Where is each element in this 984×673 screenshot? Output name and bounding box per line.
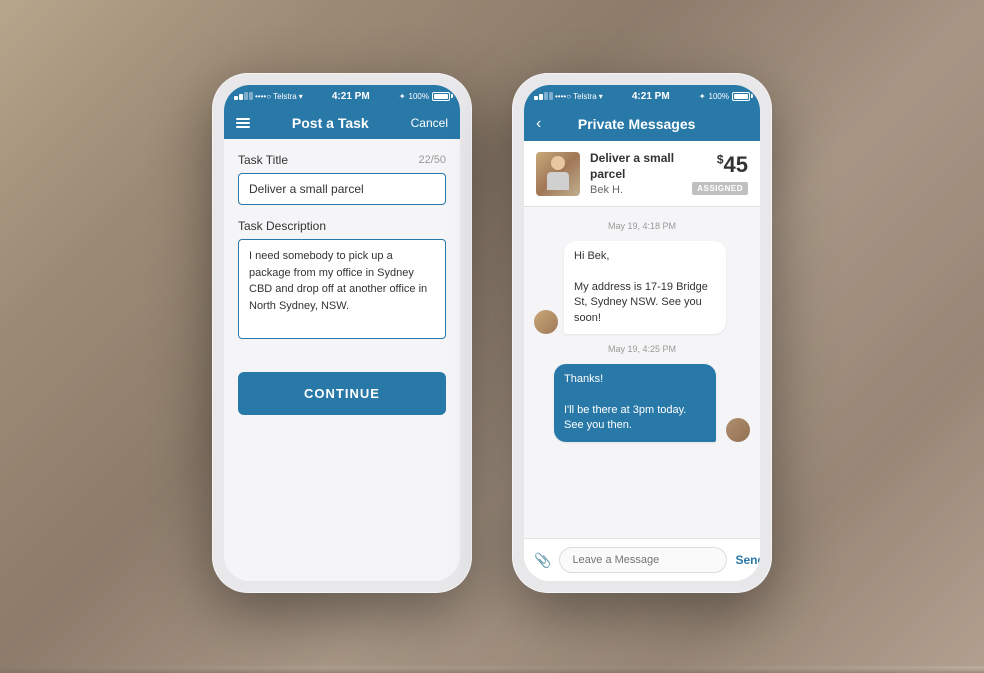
task-title-input[interactable]: Deliver a small parcel	[238, 173, 446, 205]
msg-row-sent: Thanks!I'll be there at 3pm today. See y…	[534, 364, 750, 442]
task-description-label: Task Description	[238, 219, 326, 233]
signal-dot-1	[234, 96, 238, 100]
price-amount: 45	[724, 152, 748, 177]
phone-2-carrier: ••••○ Telstra ▾	[534, 92, 603, 101]
paperclip-icon[interactable]: 📎	[534, 552, 551, 569]
phone-1-status-right: ✦ 100%	[399, 92, 450, 101]
phone-1: ••••○ Telstra ▾ 4:21 PM ✦ 100%	[212, 73, 472, 593]
signal-dot-2-4	[549, 92, 553, 100]
continue-button[interactable]: CONTINUE	[238, 372, 446, 415]
carrier-name-2: ••••○ Telstra	[555, 92, 597, 101]
phone-2-screen: ••••○ Telstra ▾ 4:21 PM ✦ 100% ‹ Private…	[524, 85, 760, 581]
back-button[interactable]: ‹	[536, 115, 541, 133]
carrier-name: ••••○ Telstra	[255, 92, 297, 101]
phone-1-screen: ••••○ Telstra ▾ 4:21 PM ✦ 100%	[224, 85, 460, 581]
task-desc-label-row: Task Description	[238, 219, 446, 233]
phone-1-navbar: Post a Task Cancel	[224, 107, 460, 139]
phone-2-navbar: ‹ Private Messages	[524, 107, 760, 141]
task-price: $45	[692, 152, 748, 178]
msg-bubble-sent: Thanks!I'll be there at 3pm today. See y…	[554, 364, 716, 442]
battery-icon	[432, 92, 450, 101]
avatar-head	[551, 156, 565, 170]
avatar-body	[547, 172, 569, 190]
signal-dot-2-1	[534, 96, 538, 100]
wifi-icon: ▾	[299, 92, 303, 101]
phone-1-status-bar: ••••○ Telstra ▾ 4:21 PM ✦ 100%	[224, 85, 460, 107]
phone-2: ••••○ Telstra ▾ 4:21 PM ✦ 100% ‹ Private…	[512, 73, 772, 593]
msg-avatar-sent	[726, 418, 750, 442]
task-price-area: $45 ASSIGNED	[692, 152, 748, 195]
task-card-person: Bek H.	[590, 184, 682, 196]
msg-date-1: May 19, 4:18 PM	[534, 221, 750, 231]
hamburger-line-3	[236, 126, 250, 128]
phone-1-carrier: ••••○ Telstra ▾	[234, 92, 303, 101]
phone-2-nav-title: Private Messages	[578, 116, 696, 132]
assigned-badge: ASSIGNED	[692, 182, 748, 195]
bluetooth-icon: ✦	[399, 92, 406, 101]
signal-dots	[234, 92, 253, 100]
signal-dot-2-3	[544, 92, 548, 100]
wifi-icon-2: ▾	[599, 92, 603, 101]
phone-1-battery-pct: 100%	[409, 92, 429, 101]
hamburger-line-2	[236, 122, 250, 124]
task-title-label: Task Title	[238, 153, 288, 167]
phone-1-time: 4:21 PM	[332, 91, 370, 102]
phone-2-battery-pct: 100%	[709, 92, 729, 101]
task-card[interactable]: Deliver a small parcel Bek H. $45 ASSIGN…	[524, 141, 760, 207]
phone-1-nav-title: Post a Task	[292, 115, 369, 131]
signal-dot-2-2	[539, 94, 543, 100]
task-card-name: Deliver a small parcel	[590, 151, 682, 182]
signal-dot-4	[249, 92, 253, 100]
msg-row-received: Hi Bek,My address is 17-19 Bridge St, Sy…	[534, 241, 750, 334]
price-symbol: $	[717, 153, 724, 167]
message-input-bar: 📎 Send	[524, 538, 760, 581]
task-info: Deliver a small parcel Bek H.	[590, 151, 682, 196]
hamburger-icon[interactable]	[236, 118, 250, 128]
phones-container: ••••○ Telstra ▾ 4:21 PM ✦ 100%	[0, 0, 984, 666]
cancel-button[interactable]: Cancel	[411, 116, 448, 130]
task-title-label-row: Task Title 22/50	[238, 153, 446, 167]
msg-date-2: May 19, 4:25 PM	[534, 344, 750, 354]
msg-avatar-received	[534, 310, 558, 334]
task-description-textarea[interactable]	[238, 239, 446, 339]
battery-fill-2	[734, 94, 748, 99]
phone-2-status-bar: ••••○ Telstra ▾ 4:21 PM ✦ 100%	[524, 85, 760, 107]
task-avatar	[536, 152, 580, 196]
message-input[interactable]	[559, 547, 727, 573]
send-button[interactable]: Send	[735, 553, 760, 567]
phone-2-time: 4:21 PM	[632, 91, 670, 102]
phone-2-status-right: ✦ 100%	[699, 92, 750, 101]
signal-dots-2	[534, 92, 553, 100]
bluetooth-icon-2: ✦	[699, 92, 706, 101]
battery-fill	[434, 94, 448, 99]
task-title-group: Task Title 22/50 Deliver a small parcel	[238, 153, 446, 205]
battery-icon-2	[732, 92, 750, 101]
messages-area: May 19, 4:18 PM Hi Bek,My address is 17-…	[524, 207, 760, 538]
msg-bubble-received: Hi Bek,My address is 17-19 Bridge St, Sy…	[564, 241, 726, 334]
signal-dot-2	[239, 94, 243, 100]
task-title-count: 22/50	[418, 154, 446, 166]
task-description-group: Task Description	[238, 219, 446, 344]
signal-dot-3	[244, 92, 248, 100]
phone-1-content: Task Title 22/50 Deliver a small parcel …	[224, 139, 460, 581]
hamburger-line-1	[236, 118, 250, 120]
